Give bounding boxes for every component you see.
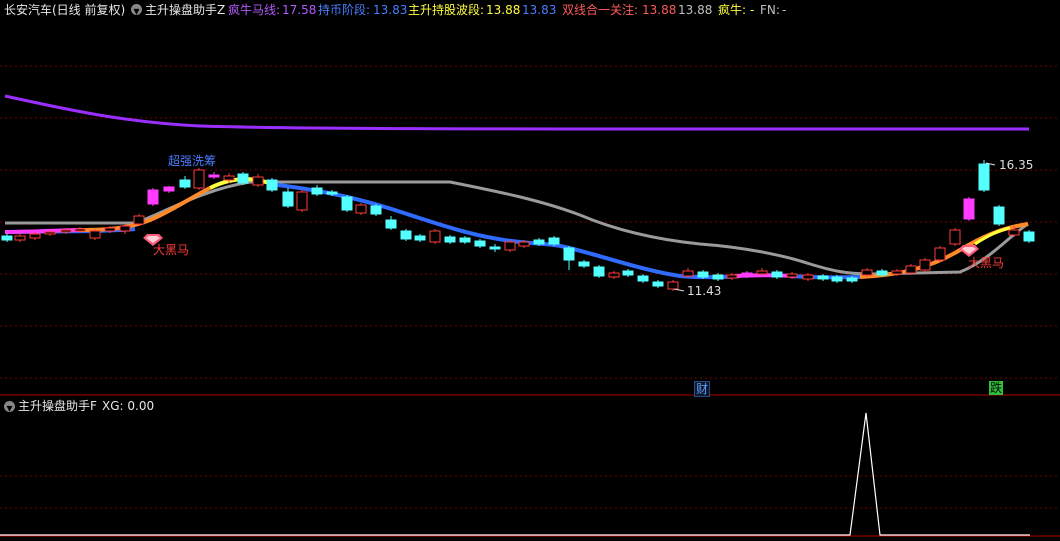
candle-body[interactable]: [817, 275, 829, 280]
candle-body[interactable]: [934, 247, 946, 261]
candle-body[interactable]: [1008, 229, 1020, 236]
candle-body[interactable]: [444, 236, 456, 243]
candle-body[interactable]: [726, 274, 738, 279]
candle-body[interactable]: [208, 174, 220, 178]
candle-body[interactable]: [608, 272, 620, 278]
candle-body[interactable]: [474, 240, 486, 247]
ma-purple-line: [4, 94, 1029, 131]
candle-body[interactable]: [193, 169, 205, 189]
candle-body[interactable]: [74, 228, 86, 232]
high-price-label: 16.35: [999, 158, 1034, 172]
candle-body[interactable]: [459, 237, 471, 243]
candle-body[interactable]: [44, 231, 56, 235]
candle-body[interactable]: [119, 225, 131, 232]
candle-body[interactable]: [60, 229, 72, 233]
candle-body[interactable]: [282, 191, 294, 207]
candles: [1, 160, 1035, 291]
candle-body[interactable]: [637, 275, 649, 282]
candle-body[interactable]: [266, 179, 278, 191]
candle-body[interactable]: [518, 241, 530, 247]
candle-body[interactable]: [326, 191, 338, 195]
candle-body[interactable]: [593, 266, 605, 277]
dark-horse-annotation-2: 大黑马: [968, 256, 1005, 270]
candle-body[interactable]: [533, 239, 545, 245]
candle-body[interactable]: [831, 276, 843, 282]
candle-body[interactable]: [163, 186, 175, 192]
candle-body[interactable]: [786, 273, 798, 278]
candle-body[interactable]: [578, 261, 590, 267]
candle-body[interactable]: [548, 237, 560, 245]
candle-body[interactable]: [652, 281, 664, 287]
candle-body[interactable]: [400, 230, 412, 240]
candle-body[interactable]: [1, 235, 13, 241]
candle-body[interactable]: [861, 269, 873, 276]
dark-horse-annotation-1: 大黑马: [153, 243, 190, 257]
candle-body[interactable]: [237, 173, 249, 184]
candlestick-chart[interactable]: [0, 0, 1060, 541]
candle-body[interactable]: [756, 270, 768, 275]
lower-indicator-menu-icon[interactable]: ▾: [4, 401, 15, 415]
candle-body[interactable]: [682, 270, 694, 277]
candle-body[interactable]: [147, 189, 159, 205]
candle-body[interactable]: [712, 274, 724, 280]
candle-body[interactable]: [89, 230, 101, 239]
candle-body[interactable]: [697, 271, 709, 278]
candle-body[interactable]: [385, 219, 397, 229]
candle-body[interactable]: [846, 277, 858, 282]
candle-body[interactable]: [355, 204, 367, 214]
candle-body[interactable]: [223, 175, 235, 181]
candle-body[interactable]: [622, 270, 634, 276]
stock-chart-window: 长安汽车 (日线 前复权) ▾ 主升操盘助手Z 疯牛马线: 17.58 持币阶段…: [0, 0, 1060, 541]
drop-event-badge[interactable]: 跌: [989, 381, 1004, 395]
candle-body[interactable]: [179, 179, 191, 188]
candle-body[interactable]: [29, 233, 41, 239]
candle-body[interactable]: [949, 229, 961, 245]
low-pointer-icon: [673, 288, 685, 292]
candle-body[interactable]: [370, 205, 382, 215]
xg-signal-line: [0, 412, 1030, 536]
wash-annotation: 超强洗筹: [168, 154, 217, 168]
candle-body[interactable]: [741, 272, 753, 277]
grid-lines: [0, 65, 1060, 509]
candle-body[interactable]: [252, 176, 264, 186]
candle-body[interactable]: [1023, 231, 1035, 242]
candle-body[interactable]: [429, 230, 441, 243]
candle-body[interactable]: [311, 187, 323, 195]
candle-body[interactable]: [296, 191, 308, 211]
candle-body[interactable]: [905, 265, 917, 274]
candle-body[interactable]: [563, 247, 575, 261]
candle-body[interactable]: [919, 259, 931, 271]
candle-body[interactable]: [14, 235, 26, 241]
candle-body[interactable]: [414, 235, 426, 241]
finance-event-badge[interactable]: 财: [694, 381, 711, 397]
candle-body[interactable]: [771, 271, 783, 278]
candle-body[interactable]: [963, 198, 975, 220]
candle-body[interactable]: [133, 215, 145, 225]
candle-body[interactable]: [978, 163, 990, 191]
lower-indicator-name[interactable]: 主升操盘助手F: [18, 399, 97, 413]
lower-indicator-value: XG: 0.00: [102, 399, 155, 413]
candle-body[interactable]: [667, 281, 679, 290]
candle-body[interactable]: [104, 227, 116, 232]
candle-body[interactable]: [891, 270, 903, 275]
lower-indicator-header: ▾ 主升操盘助手F XG: 0.00: [0, 397, 600, 415]
candle-body[interactable]: [341, 196, 353, 211]
candle-body[interactable]: [993, 206, 1005, 225]
candle-body[interactable]: [802, 274, 814, 280]
candle-body[interactable]: [876, 270, 888, 276]
candle-body[interactable]: [504, 241, 516, 251]
candle-body[interactable]: [489, 246, 501, 250]
low-price-label: 11.43: [687, 284, 722, 298]
